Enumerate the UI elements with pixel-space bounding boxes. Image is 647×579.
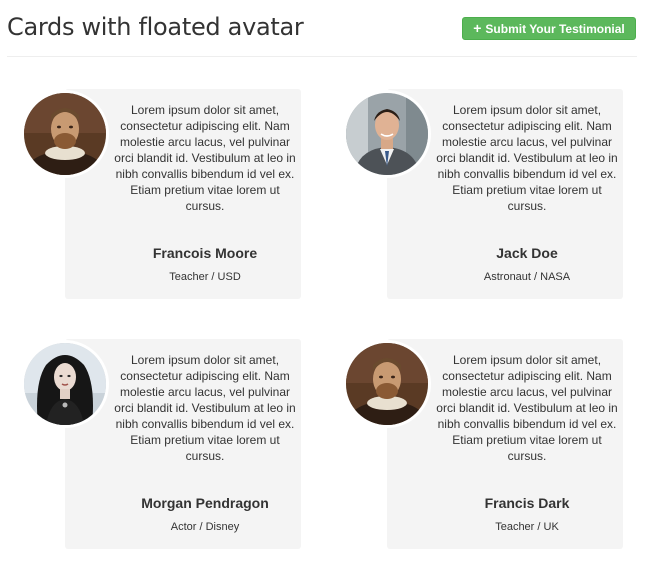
header-divider (7, 56, 637, 57)
person-name: Morgan Pendragon (141, 495, 269, 511)
person-role: Astronaut / NASA (483, 271, 571, 283)
person-role: Actor / Disney (170, 521, 240, 533)
testimonial-quote: Lorem ipsum dolor sit amet, consectetur … (436, 103, 618, 213)
person-name: Jack Doe (496, 245, 558, 261)
person-role: Teacher / USD (169, 271, 241, 283)
portrait-renaissance-man-image (24, 93, 106, 175)
plus-icon: + (473, 20, 482, 36)
testimonial-quote: Lorem ipsum dolor sit amet, consectetur … (114, 103, 296, 213)
testimonial-quote: Lorem ipsum dolor sit amet, consectetur … (436, 353, 618, 463)
submit-testimonial-button[interactable]: + Submit Your Testimonial (462, 17, 636, 40)
avatar (21, 90, 109, 178)
person-name: Francois Moore (152, 245, 258, 261)
avatar (343, 90, 431, 178)
photo-man-in-suit-image (346, 93, 428, 175)
person-role: Teacher / UK (495, 521, 559, 533)
avatar (21, 340, 109, 428)
avatar (343, 340, 431, 428)
person-name: Francis Dark (484, 495, 570, 511)
page-title: Cards with floated avatar (7, 13, 304, 41)
photo-dark-haired-woman-image (24, 343, 106, 425)
testimonial-quote: Lorem ipsum dolor sit amet, consectetur … (114, 353, 296, 463)
submit-testimonial-label: Submit Your Testimonial (485, 22, 625, 36)
portrait-renaissance-man-image (346, 343, 428, 425)
